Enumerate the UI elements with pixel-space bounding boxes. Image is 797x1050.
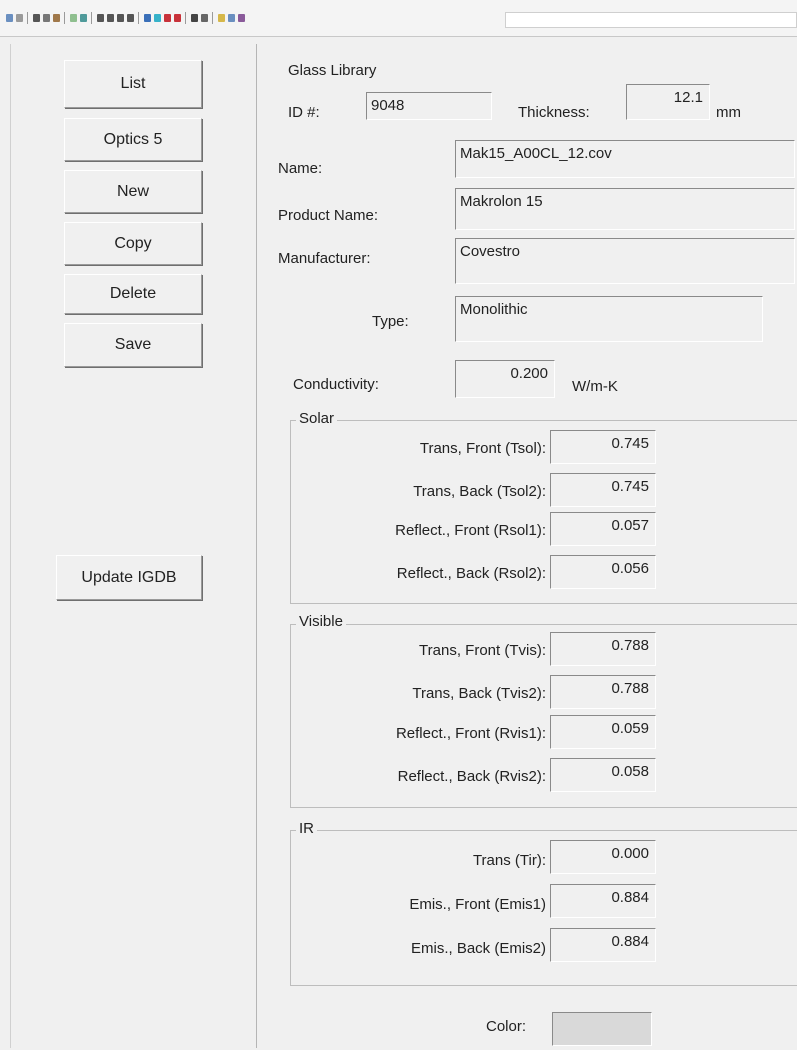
print-icon[interactable] (6, 14, 13, 22)
conductivity-label: Conductivity: (293, 376, 379, 393)
sort-icon[interactable] (154, 14, 161, 22)
type-field[interactable]: Monolithic (455, 296, 763, 342)
solar-tsol-field[interactable]: 0.745 (550, 430, 656, 464)
solar-tsol-label: Trans, Front (Tsol): (419, 440, 546, 457)
product-name-label: Product Name: (278, 207, 379, 224)
thickness-label: Thickness: (518, 104, 590, 121)
visible-rvis2-label: Reflect., Back (Rvis2): (397, 768, 546, 785)
ir-emis2-label: Emis., Back (Emis2) (410, 940, 546, 957)
ir-group-title: IR (296, 820, 317, 837)
paste-icon[interactable] (53, 14, 60, 22)
window-icon[interactable] (191, 14, 198, 22)
delete-button[interactable]: Delete (64, 274, 202, 314)
layout-icon[interactable] (201, 14, 208, 22)
name-field[interactable]: Mak15_A00CL_12.cov (455, 140, 795, 178)
toolbar (0, 0, 797, 37)
thickness-field[interactable]: 12.1 (626, 84, 710, 120)
solar-rsol1-label: Reflect., Front (Rsol1): (395, 522, 546, 539)
solar-group-title: Solar (296, 410, 338, 427)
grid-icon[interactable] (70, 14, 77, 22)
solar-rsol2-field[interactable]: 0.056 (550, 555, 656, 589)
preview-icon[interactable] (16, 14, 23, 22)
visible-tvis2-field[interactable]: 0.788 (550, 675, 656, 709)
new-button[interactable]: New (64, 170, 202, 213)
type-label: Type: (372, 313, 409, 330)
glass-library-title: Glass Library (288, 62, 377, 79)
next-record-icon[interactable] (117, 14, 124, 22)
id-label: ID #: (288, 104, 320, 121)
tool-icon[interactable] (218, 14, 225, 22)
delete-icon[interactable] (174, 14, 181, 22)
solar-tsol2-label: Trans, Back (Tsol2): (413, 483, 546, 500)
insert-icon[interactable] (164, 14, 171, 22)
save-button[interactable]: Save (64, 323, 202, 367)
table-icon[interactable] (80, 14, 87, 22)
ir-tir-field[interactable]: 0.000 (550, 840, 656, 874)
visible-rvis1-label: Reflect., Front (Rvis1): (395, 725, 546, 742)
ir-emis1-label: Emis., Front (Emis1) (409, 896, 546, 913)
solar-rsol2-label: Reflect., Back (Rsol2): (396, 565, 546, 582)
cut-icon[interactable] (33, 14, 40, 22)
help-icon[interactable] (228, 14, 235, 22)
visible-rvis2-field[interactable]: 0.058 (550, 758, 656, 792)
name-label: Name: (278, 160, 323, 177)
copy-button[interactable]: Copy (64, 222, 202, 265)
optics-button[interactable]: Optics 5 (64, 118, 202, 161)
solar-rsol1-field[interactable]: 0.057 (550, 512, 656, 546)
thickness-unit: mm (716, 104, 741, 121)
whatsthis-icon[interactable] (238, 14, 245, 22)
color-swatch[interactable] (552, 1012, 652, 1046)
prev-record-icon[interactable] (107, 14, 114, 22)
toolbar-search-input[interactable] (505, 12, 797, 28)
conductivity-field[interactable]: 0.200 (455, 360, 555, 398)
list-button[interactable]: List (64, 60, 202, 108)
manufacturer-field[interactable]: Covestro (455, 238, 795, 284)
solar-tsol2-field[interactable]: 0.745 (550, 473, 656, 507)
visible-rvis1-field[interactable]: 0.059 (550, 715, 656, 749)
id-field[interactable]: 9048 (366, 92, 492, 120)
update-igdb-button[interactable]: Update IGDB (56, 555, 202, 600)
visible-tvis-field[interactable]: 0.788 (550, 632, 656, 666)
manufacturer-label: Manufacturer: (278, 250, 371, 267)
first-record-icon[interactable] (97, 14, 104, 22)
visible-tvis-label: Trans, Front (Tvis): (419, 642, 546, 659)
visible-group-title: Visible (296, 613, 346, 630)
conductivity-unit: W/m-K (572, 378, 618, 395)
ir-tir-label: Trans (Tir): (472, 852, 546, 869)
ir-emis1-field[interactable]: 0.884 (550, 884, 656, 918)
last-record-icon[interactable] (127, 14, 134, 22)
filter-icon[interactable] (144, 14, 151, 22)
copy-icon[interactable] (43, 14, 50, 22)
product-name-field[interactable]: Makrolon 15 (455, 188, 795, 230)
color-label: Color: (486, 1018, 527, 1035)
visible-tvis2-label: Trans, Back (Tvis2): (412, 685, 546, 702)
ir-emis2-field[interactable]: 0.884 (550, 928, 656, 962)
